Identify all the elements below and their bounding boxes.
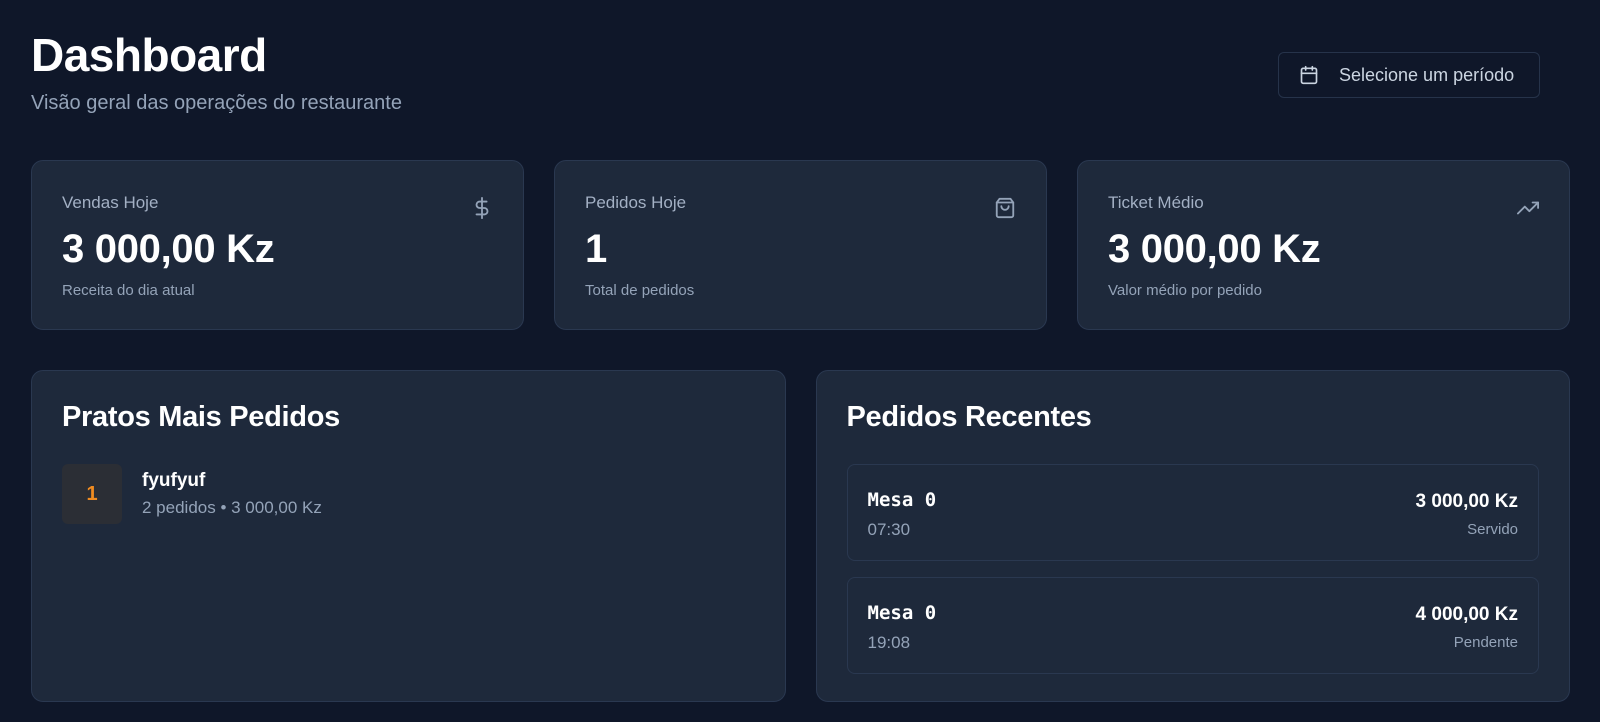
stat-label: Vendas Hoje (62, 193, 159, 212)
panel-title: Pedidos Recentes (846, 401, 1092, 433)
page-title: Dashboard (31, 29, 267, 81)
trending-up-icon (1517, 197, 1539, 219)
order-time: 07:30 (867, 520, 911, 539)
stat-card-orders-today: Pedidos Hoje 1 Total de pedidos (554, 160, 1047, 330)
rank-badge: 1 (62, 464, 122, 524)
stat-description: Valor médio por pedido (1108, 282, 1262, 299)
top-dishes-panel: Pratos Mais Pedidos 1 fyufyuf 2 pedidos … (31, 370, 786, 702)
dish-info: fyufyuf 2 pedidos • 3 000,00 Kz (142, 470, 322, 518)
order-time: 19:08 (867, 633, 911, 652)
order-left: Mesa 0 19:08 (867, 600, 937, 652)
recent-orders-panel: Pedidos Recentes Mesa 0 07:30 3 000,00 K… (815, 370, 1570, 702)
order-right: 3 000,00 Kz Servido (1416, 487, 1518, 538)
page-header: Dashboard Visão geral das operações do r… (30, 0, 1570, 157)
order-item[interactable]: Mesa 0 19:08 4 000,00 Kz Pendente (846, 577, 1539, 674)
shopping-bag-icon (994, 197, 1016, 219)
order-amount: 4 000,00 Kz (1415, 604, 1518, 625)
order-item[interactable]: Mesa 0 07:30 3 000,00 Kz Servido (846, 464, 1539, 561)
stat-value: 1 (585, 227, 607, 271)
order-amount: 3 000,00 Kz (1415, 491, 1518, 512)
page-subtitle: Visão geral das operações do restaurante (31, 92, 402, 114)
stat-value: 3 000,00 Kz (62, 227, 275, 271)
stat-description: Receita do dia atual (62, 282, 195, 299)
order-table: Mesa 0 (867, 489, 937, 511)
list-item: 1 fyufyuf 2 pedidos • 3 000,00 Kz (62, 464, 755, 524)
dashboard-page: Dashboard Visão geral das operações do r… (0, 0, 1600, 722)
stats-row: Vendas Hoje 3 000,00 Kz Receita do dia a… (31, 160, 1570, 330)
stat-value: 3 000,00 Kz (1108, 227, 1321, 271)
dollar-icon (471, 197, 493, 219)
order-status: Pendente (1453, 634, 1518, 651)
panels-row: Pratos Mais Pedidos 1 fyufyuf 2 pedidos … (31, 370, 1570, 702)
order-table: Mesa 0 (867, 602, 937, 624)
order-status: Servido (1467, 521, 1518, 538)
calendar-icon (1299, 65, 1319, 85)
dish-name: fyufyuf (142, 470, 206, 491)
stat-label: Pedidos Hoje (585, 193, 687, 212)
orders-list: Mesa 0 07:30 3 000,00 Kz Servido Mesa 0 … (846, 464, 1539, 674)
stat-card-average-ticket: Ticket Médio 3 000,00 Kz Valor médio por… (1077, 160, 1570, 330)
select-period-button[interactable]: Selecione um período (1278, 52, 1540, 98)
dish-list: 1 fyufyuf 2 pedidos • 3 000,00 Kz (62, 464, 755, 524)
stat-card-sales-today: Vendas Hoje 3 000,00 Kz Receita do dia a… (31, 160, 524, 330)
dish-meta: 2 pedidos • 3 000,00 Kz (142, 498, 322, 517)
order-right: 4 000,00 Kz Pendente (1416, 600, 1518, 651)
panel-title: Pratos Mais Pedidos (62, 401, 340, 433)
select-period-label: Selecione um período (1339, 64, 1515, 85)
order-left: Mesa 0 07:30 (867, 487, 937, 539)
stat-label: Ticket Médio (1108, 193, 1204, 212)
stat-description: Total de pedidos (585, 282, 695, 299)
